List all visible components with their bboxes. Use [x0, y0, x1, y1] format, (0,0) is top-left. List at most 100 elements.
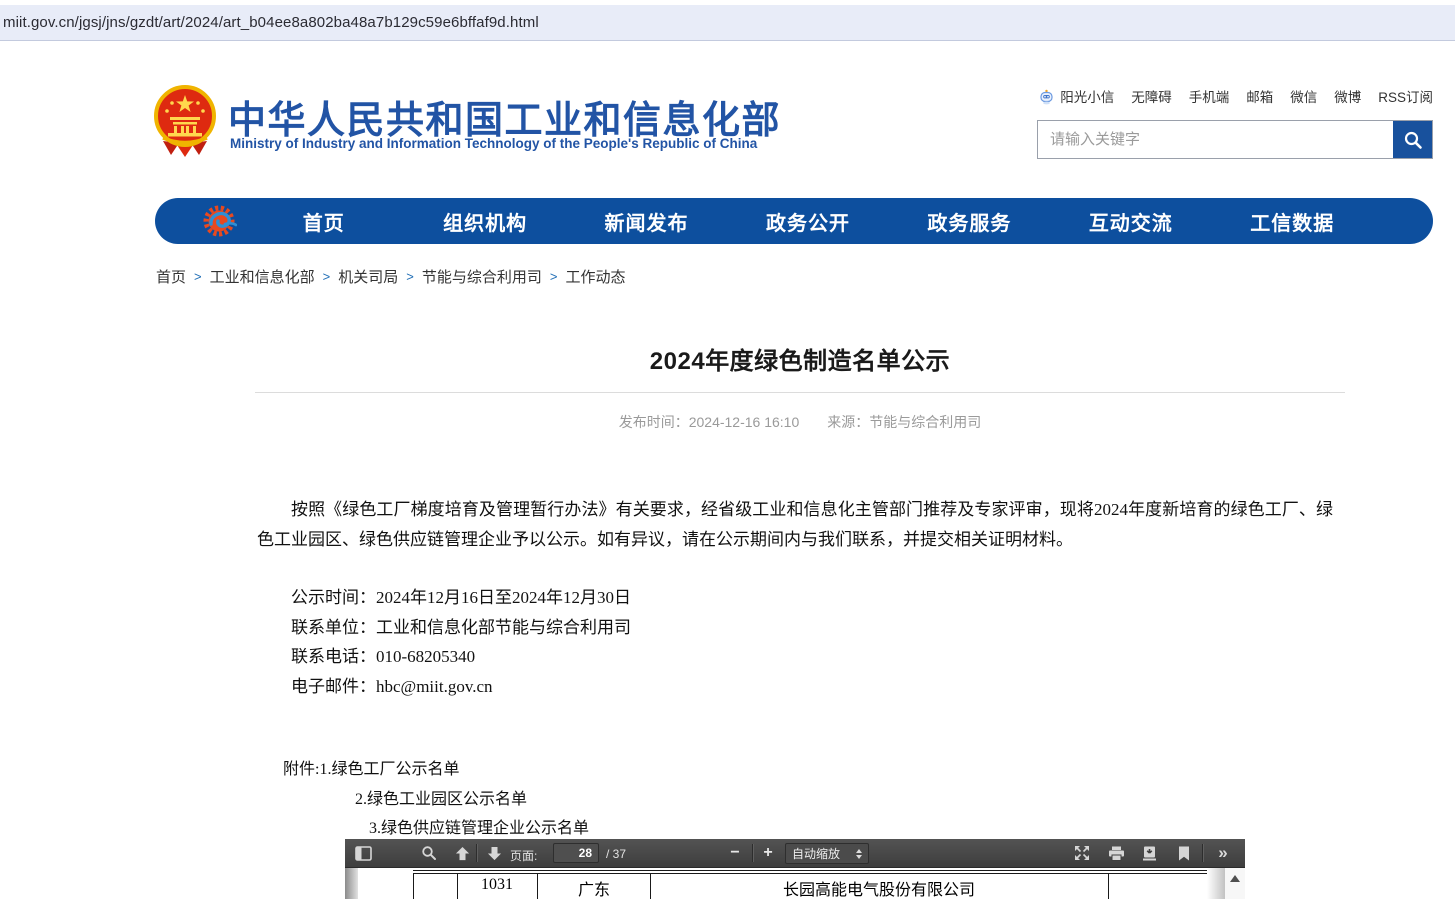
source-label: 来源：	[827, 414, 869, 430]
scroll-up-arrow-icon[interactable]	[1230, 875, 1240, 882]
table-border	[1108, 873, 1109, 899]
search-input[interactable]	[1038, 121, 1393, 158]
utility-link-wechat[interactable]: 微信	[1290, 86, 1317, 106]
publish-info: 发布时间：2024-12-16 16:10 来源：节能与综合利用司	[255, 412, 1345, 432]
zoom-mode-select[interactable]: 自动缩放	[785, 843, 869, 864]
breadcrumb-item-miit[interactable]: 工业和信息化部	[210, 266, 315, 287]
contact-unit: 联系单位：工业和信息化部节能与综合利用司	[257, 613, 631, 643]
contact-email: 电子邮件：hbc@miit.gov.cn	[257, 672, 631, 702]
toolbar-separator	[752, 844, 753, 862]
pdf-scrollbar[interactable]	[1225, 868, 1245, 899]
utility-link-label: 邮箱	[1246, 86, 1273, 106]
page-number-input[interactable]	[553, 843, 599, 863]
page-label: 页面:	[510, 847, 537, 864]
article-paragraph: 按照《绿色工厂梯度培育及管理暂行办法》有关要求，经省级工业和信息化主管部门推荐及…	[257, 495, 1333, 555]
utility-link-label: 手机端	[1189, 86, 1230, 106]
site-subtitle: Ministry of Industry and Information Tec…	[230, 136, 757, 151]
utility-link-label: 微博	[1334, 86, 1361, 106]
toolbar-separator	[476, 844, 477, 862]
breadcrumb-item-home[interactable]: 首页	[156, 266, 186, 287]
pdf-toolbar: 页面: / 37 − + 自动缩放	[345, 839, 1245, 868]
breadcrumb-separator: >	[550, 269, 558, 284]
browser-address-bar[interactable]: miit.gov.cn/jgsj/jns/gzdt/art/2024/art_b…	[0, 5, 1455, 41]
utility-links: 阳光小信 无障碍 手机端 邮箱 微信 微博 RSS订阅	[1038, 86, 1433, 106]
utility-link-assistant[interactable]: 阳光小信	[1038, 86, 1114, 106]
contact-phone: 联系电话：010-68205340	[257, 642, 631, 672]
more-tools-label: »	[1218, 843, 1227, 863]
source-value: 节能与综合利用司	[869, 414, 981, 430]
miit-gear-logo-icon	[201, 203, 237, 239]
print-icon	[1108, 846, 1125, 861]
utility-link-label: RSS订阅	[1378, 86, 1433, 106]
table-cell-province: 广东	[578, 876, 610, 899]
publish-time-label: 发布时间：	[619, 414, 689, 430]
print-button[interactable]	[1104, 842, 1128, 864]
nav-item-organization[interactable]: 组织机构	[404, 207, 565, 236]
nav-items: 首页 组织机构 新闻发布 政务公开 政务服务 互动交流 工信数据	[243, 207, 1373, 236]
breadcrumb-item-work-updates[interactable]: 工作动态	[565, 266, 625, 287]
nav-item-data[interactable]: 工信数据	[1212, 207, 1373, 236]
table-border	[457, 873, 458, 899]
pdf-find-button[interactable]	[417, 842, 441, 864]
zoom-in-label: +	[763, 844, 772, 862]
site-search	[1037, 120, 1433, 159]
download-button[interactable]	[1137, 842, 1161, 864]
select-arrows-icon	[856, 849, 862, 859]
pdf-page-left-shadow	[345, 868, 358, 899]
utility-link-label: 阳光小信	[1060, 86, 1114, 106]
sidebar-toggle-icon	[355, 846, 372, 861]
title-divider	[255, 392, 1345, 393]
fullscreen-icon	[1074, 845, 1090, 861]
page-url[interactable]: miit.gov.cn/jgsj/jns/gzdt/art/2024/art_b…	[0, 14, 539, 31]
main-nav: 首页 组织机构 新闻发布 政务公开 政务服务 互动交流 工信数据	[155, 198, 1433, 244]
zoom-in-button[interactable]: +	[756, 842, 780, 864]
article-title: 2024年度绿色制造名单公示	[255, 341, 1345, 376]
page-total: / 37	[606, 847, 626, 861]
utility-link-mobile[interactable]: 手机端	[1189, 86, 1230, 106]
download-icon	[1142, 846, 1157, 861]
breadcrumb-item-energy-dept[interactable]: 节能与综合利用司	[422, 266, 542, 287]
breadcrumb-separator: >	[323, 269, 331, 284]
attachment-2: 2.绿色工业园区公示名单	[257, 785, 589, 815]
pdf-page-right-shadow	[1207, 868, 1225, 899]
page: miit.gov.cn/jgsj/jns/gzdt/art/2024/art_b…	[0, 0, 1455, 899]
pdf-sidebar-toggle-button[interactable]	[351, 842, 375, 864]
utility-link-mail[interactable]: 邮箱	[1246, 86, 1273, 106]
utility-link-label: 无障碍	[1131, 86, 1172, 106]
table-border	[413, 873, 414, 899]
toolbar-separator	[1202, 844, 1203, 862]
more-tools-button[interactable]: »	[1211, 842, 1235, 864]
utility-link-weibo[interactable]: 微博	[1334, 86, 1361, 106]
pdf-previous-page-button[interactable]	[450, 842, 474, 864]
national-emblem-logo	[153, 85, 217, 157]
nav-item-interaction[interactable]: 互动交流	[1050, 207, 1211, 236]
article-body: 按照《绿色工厂梯度培育及管理暂行办法》有关要求，经省级工业和信息化主管部门推荐及…	[257, 495, 1333, 555]
publish-time-value: 2024-12-16 16:10	[689, 414, 800, 430]
nav-item-home[interactable]: 首页	[243, 207, 404, 236]
bookmark-button[interactable]	[1172, 842, 1196, 864]
nav-item-gov-services[interactable]: 政务服务	[889, 207, 1050, 236]
utility-link-label: 微信	[1290, 86, 1317, 106]
search-icon	[1403, 130, 1423, 150]
attachments: 附件:1.绿色工厂公示名单 2.绿色工业园区公示名单 3.绿色供应链管理企业公示…	[257, 755, 589, 844]
search-button[interactable]	[1393, 121, 1432, 158]
zoom-out-button[interactable]: −	[723, 842, 747, 864]
table-border	[537, 873, 538, 899]
table-border	[650, 873, 651, 899]
nav-item-gov-disclosure[interactable]: 政务公开	[727, 207, 888, 236]
table-cell-number: 1031	[481, 876, 513, 894]
table-cell-company: 长园高能电气股份有限公司	[783, 876, 975, 899]
page-down-icon	[487, 846, 502, 861]
presentation-mode-button[interactable]	[1070, 842, 1094, 864]
utility-link-rss[interactable]: RSS订阅	[1378, 86, 1433, 106]
table-border	[413, 870, 1207, 871]
page-up-icon	[455, 846, 470, 861]
utility-link-accessibility[interactable]: 无障碍	[1131, 86, 1172, 106]
table-border	[413, 873, 1207, 874]
pdf-next-page-button[interactable]	[482, 842, 506, 864]
breadcrumb-item-departments[interactable]: 机关司局	[338, 266, 398, 287]
nav-item-news[interactable]: 新闻发布	[566, 207, 727, 236]
robot-assistant-icon	[1038, 88, 1055, 105]
bookmark-icon	[1178, 846, 1190, 861]
pdf-content: 1031 广东 长园高能电气股份有限公司	[345, 868, 1245, 899]
